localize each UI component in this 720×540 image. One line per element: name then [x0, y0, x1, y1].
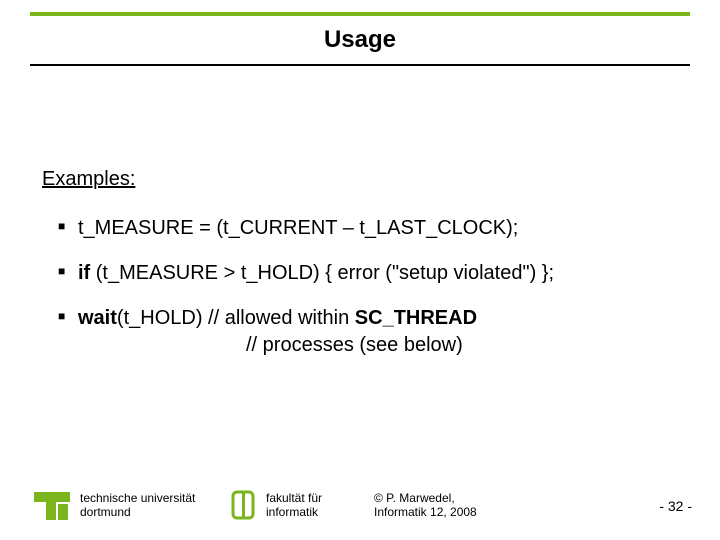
bullet-bold: wait: [78, 307, 117, 329]
faculty-line2: informatik: [266, 506, 356, 520]
university-name: technische universität dortmund: [80, 492, 210, 520]
faculty-name: fakultät für informatik: [266, 492, 356, 520]
bullet-text: t_MEASURE = (t_CURRENT – t_LAST_CLOCK);: [78, 217, 518, 239]
tu-logo-icon: [34, 492, 70, 520]
slide-body: Examples: t_MEASURE = (t_CURRENT – t_LAS…: [42, 168, 678, 377]
copyright-line2: Informatik 12, 2008: [374, 506, 477, 520]
slide-footer: technische universität dortmund fakultät…: [0, 482, 720, 530]
bullet-text: (t_HOLD) // allowed within: [117, 307, 355, 329]
slide-title: Usage: [0, 26, 720, 54]
bullet-bold: SC_THREAD: [355, 307, 477, 329]
bullet-bold: if: [78, 262, 90, 284]
title-underline: [30, 64, 690, 66]
top-accent-rule: [30, 12, 690, 16]
examples-heading: Examples:: [42, 168, 678, 191]
bullet-list: t_MEASURE = (t_CURRENT – t_LAST_CLOCK); …: [42, 215, 678, 359]
faculty-line1: fakultät für: [266, 492, 356, 506]
slide: Usage Examples: t_MEASURE = (t_CURRENT –…: [0, 0, 720, 540]
list-item: wait(t_HOLD) // allowed within SC_THREAD…: [58, 305, 678, 359]
university-line2: dortmund: [80, 506, 210, 520]
page-number: - 32 -: [659, 498, 692, 514]
list-item: if (t_MEASURE > t_HOLD) { error ("setup …: [58, 260, 678, 287]
bullet-continuation: // processes (see below): [78, 332, 678, 359]
fi-logo-icon: [230, 489, 256, 523]
copyright-line1: © P. Marwedel,: [374, 492, 477, 506]
university-line1: technische universität: [80, 492, 210, 506]
list-item: t_MEASURE = (t_CURRENT – t_LAST_CLOCK);: [58, 215, 678, 242]
bullet-text: (t_MEASURE > t_HOLD) { error ("setup vio…: [90, 262, 554, 284]
copyright: © P. Marwedel, Informatik 12, 2008: [374, 492, 477, 520]
